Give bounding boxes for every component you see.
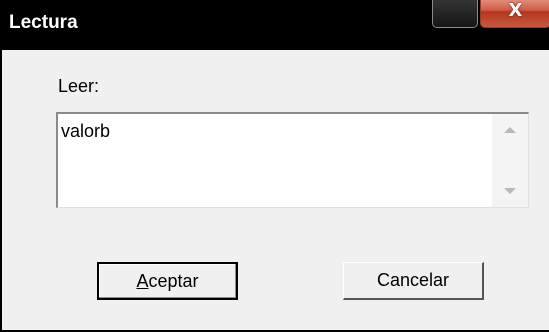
title-bar[interactable]: Lectura X xyxy=(2,0,549,50)
close-button[interactable]: X xyxy=(480,0,549,28)
leer-input-value: valorb xyxy=(61,121,111,141)
leer-input[interactable]: valorb xyxy=(56,112,529,208)
cancelar-button[interactable]: Cancelar xyxy=(343,262,484,300)
leer-label: Leer: xyxy=(58,76,100,96)
vertical-scrollbar[interactable] xyxy=(492,114,528,207)
close-icon: X xyxy=(508,0,523,21)
aceptar-button[interactable]: Aceptar xyxy=(97,262,238,300)
scroll-down-arrow-icon[interactable] xyxy=(504,188,516,194)
lectura-dialog: Lectura X Leer: valorb Aceptar Cancelar xyxy=(0,0,549,332)
minimize-button[interactable] xyxy=(432,0,478,28)
scroll-up-arrow-icon[interactable] xyxy=(504,127,516,133)
window-title: Lectura xyxy=(9,12,78,33)
